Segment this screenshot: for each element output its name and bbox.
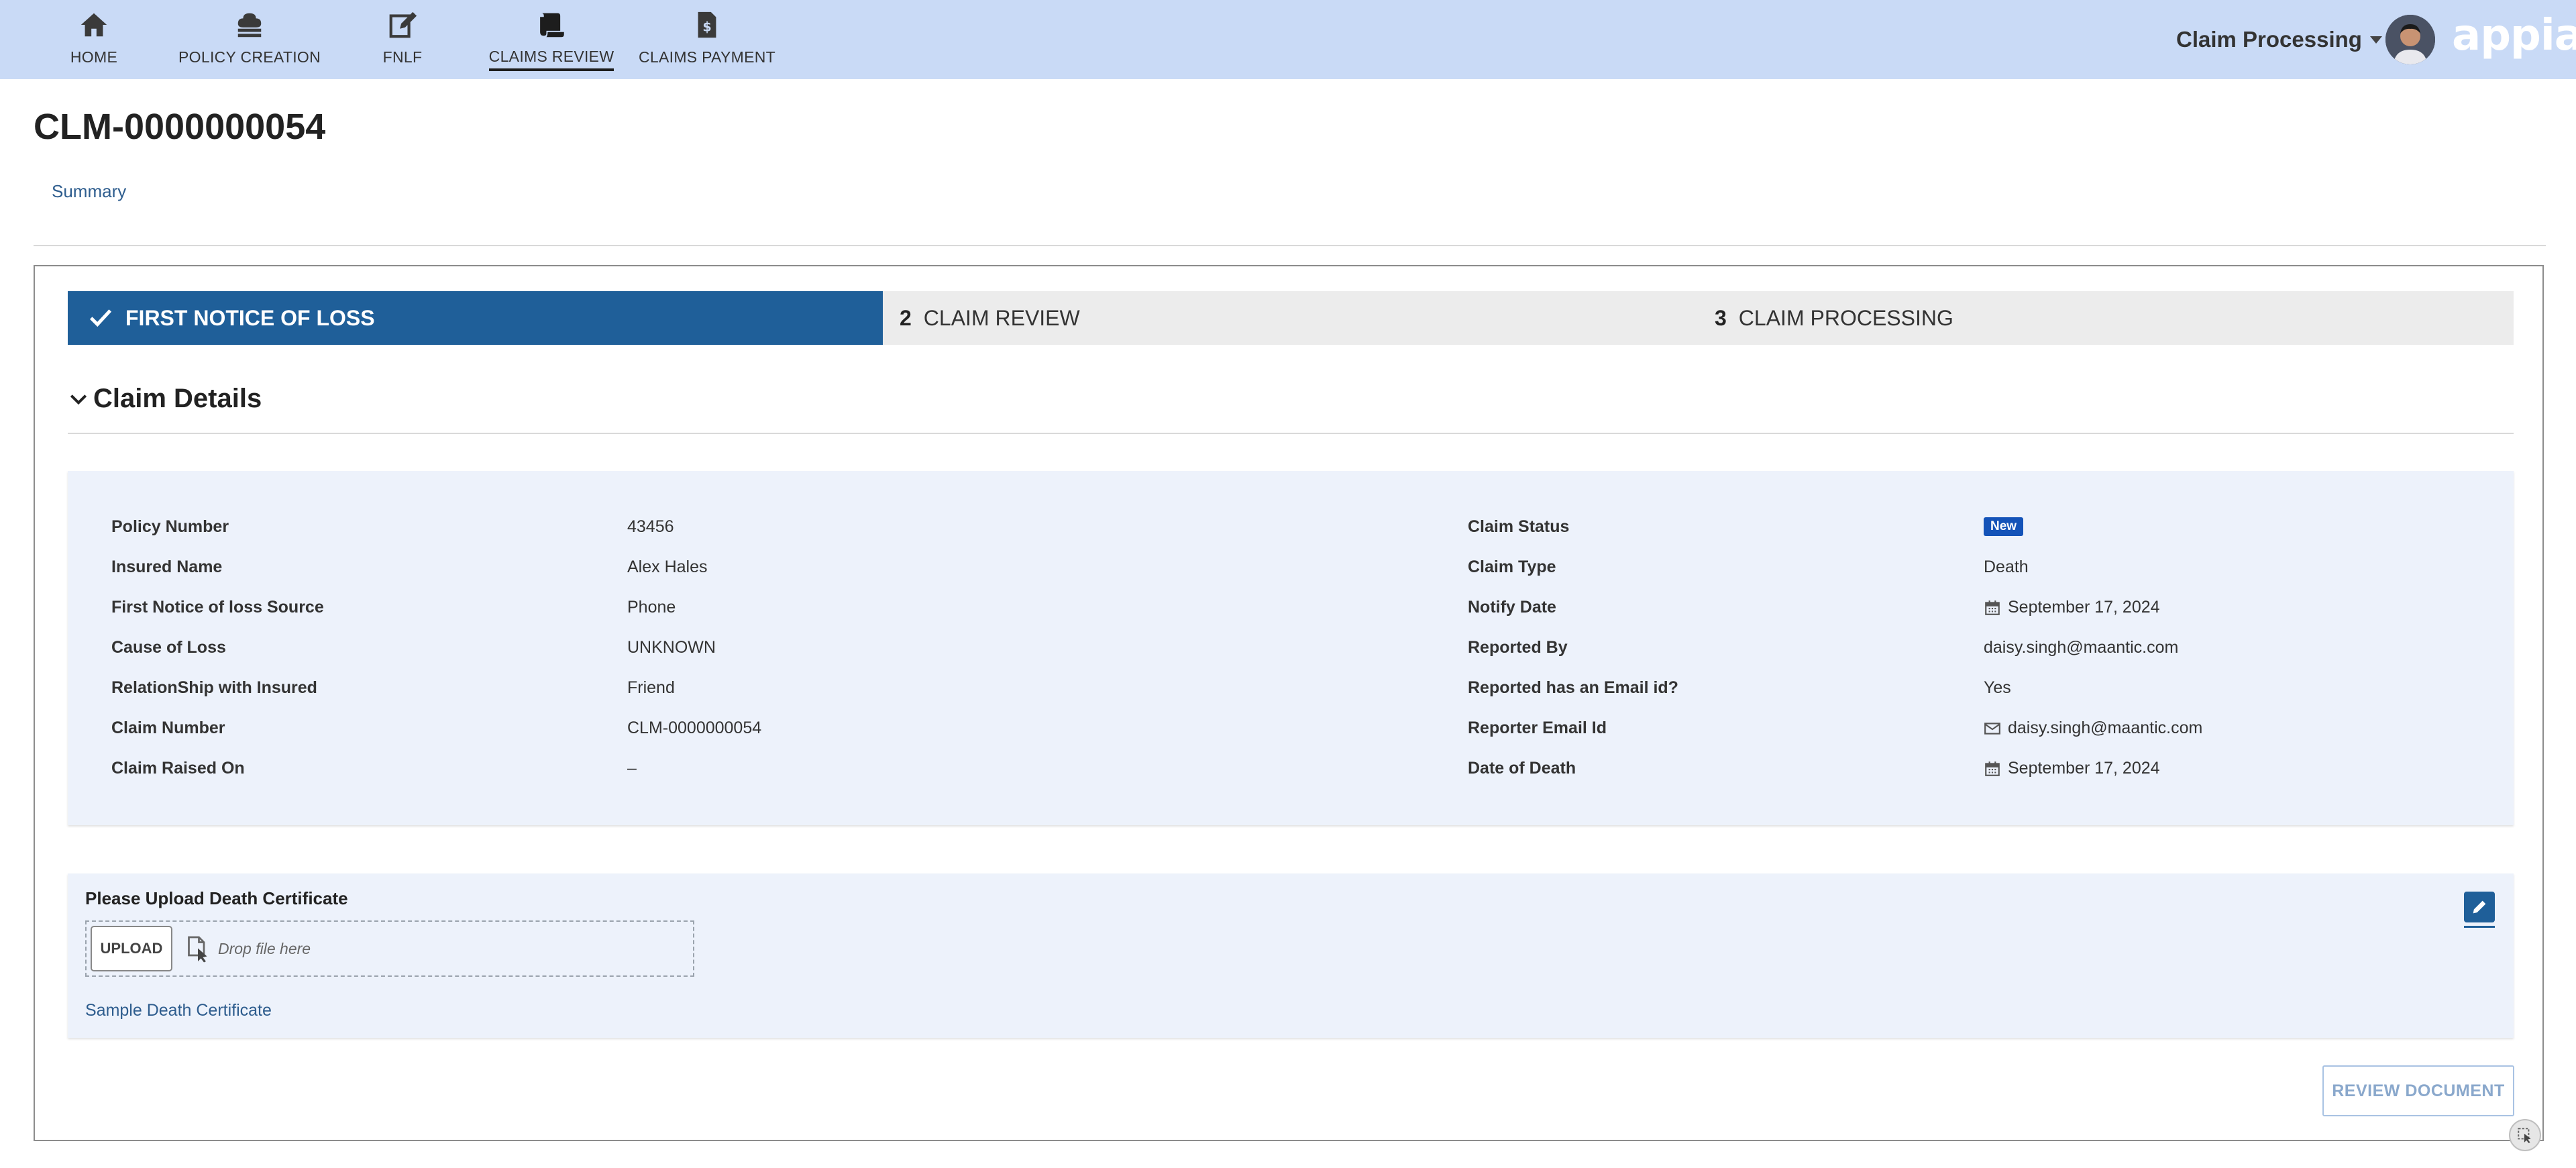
- label-reported-by: Reported By: [1468, 638, 1568, 657]
- cursor-select-icon: [2518, 1128, 2531, 1143]
- step-label: CLAIM REVIEW: [923, 305, 1080, 330]
- step-claim-processing: 3 CLAIM PROCESSING: [1698, 291, 2514, 345]
- date-of-death-text: September 17, 2024: [2008, 759, 2160, 778]
- payment-doc-icon: $: [698, 11, 716, 38]
- section-title: Claim Details: [93, 384, 262, 413]
- value-insured-name: Alex Hales: [627, 558, 708, 576]
- value-claim-number: CLM-0000000054: [627, 719, 762, 737]
- notify-date-text: September 17, 2024: [2008, 598, 2160, 617]
- status-badge: New: [1984, 517, 2024, 536]
- label-fnol-source: First Notice of loss Source: [111, 598, 324, 617]
- label-policy-number: Policy Number: [111, 517, 229, 536]
- calendar-icon: [1985, 761, 2000, 776]
- value-policy-number: 43456: [627, 517, 674, 536]
- label-has-email: Reported has an Email id?: [1468, 678, 1678, 697]
- nav-label-claims-payment: CLAIMS PAYMENT: [639, 48, 775, 66]
- step-first-notice-of-loss: FIRST NOTICE OF LOSS: [68, 291, 883, 345]
- upload-button[interactable]: UPLOAD: [91, 926, 172, 971]
- step-label: FIRST NOTICE OF LOSS: [125, 305, 375, 330]
- label-cause-of-loss: Cause of Loss: [111, 638, 226, 657]
- policy-icon: [237, 13, 262, 38]
- nav-label-home: HOME: [70, 48, 118, 66]
- label-claim-type: Claim Type: [1468, 558, 1556, 576]
- value-claim-status: New: [1984, 517, 2024, 536]
- app-switcher-label: Claim Processing: [2176, 27, 2362, 52]
- file-drop-icon: [188, 936, 207, 963]
- value-date-of-death: September 17, 2024: [1984, 759, 2160, 778]
- step-claim-review: 2 CLAIM REVIEW: [883, 291, 1698, 345]
- progress-stepper: FIRST NOTICE OF LOSS 2 CLAIM REVIEW 3 CL…: [68, 291, 2514, 345]
- file-drop-zone[interactable]: UPLOAD Drop file here: [85, 920, 694, 977]
- claim-details-toggle[interactable]: Claim Details: [68, 384, 262, 414]
- label-claim-number: Claim Number: [111, 719, 225, 737]
- label-claim-status: Claim Status: [1468, 517, 1570, 536]
- claim-card: FIRST NOTICE OF LOSS 2 CLAIM REVIEW 3 CL…: [34, 265, 2544, 1141]
- label-reporter-email: Reporter Email Id: [1468, 719, 1607, 737]
- nav-label-fnlf: FNLF: [382, 48, 423, 66]
- label-date-of-death: Date of Death: [1468, 759, 1576, 778]
- summary-link[interactable]: Summary: [52, 181, 126, 202]
- section-divider: [68, 433, 2514, 434]
- pencil-icon: [2473, 900, 2486, 914]
- value-relationship: Friend: [627, 678, 675, 697]
- nav-home[interactable]: HOME: [67, 7, 121, 71]
- upload-panel: Please Upload Death Certificate UPLOAD D…: [68, 873, 2514, 1038]
- step-number: 2: [900, 305, 912, 330]
- upload-label: Please Upload Death Certificate: [85, 888, 348, 908]
- avatar[interactable]: [2385, 15, 2435, 64]
- claim-details-panel: Policy Number 43456 Insured Name Alex Ha…: [68, 471, 2514, 825]
- value-notify-date: September 17, 2024: [1984, 598, 2160, 617]
- nav-claims-payment[interactable]: $ CLAIMS PAYMENT: [639, 7, 775, 71]
- checkmark-icon: [89, 309, 112, 327]
- edit-button-underline: [2464, 926, 2495, 928]
- edit-form-icon: [389, 11, 417, 38]
- svg-text:$: $: [702, 19, 711, 35]
- caret-down-icon: [2369, 36, 2382, 44]
- value-reported-by: daisy.singh@maantic.com: [1984, 638, 2179, 657]
- feedback-button[interactable]: [2509, 1119, 2541, 1151]
- user-avatar-icon: [2385, 15, 2435, 64]
- value-fnol-source: Phone: [627, 598, 676, 617]
- value-claim-type: Death: [1984, 558, 2029, 576]
- value-claim-raised-on: –: [627, 759, 637, 778]
- chevron-down-icon: [70, 394, 87, 405]
- value-has-email: Yes: [1984, 678, 2011, 697]
- appian-logo: appian: [2452, 11, 2576, 60]
- page-title: CLM-0000000054: [34, 107, 326, 147]
- edit-button[interactable]: [2464, 892, 2495, 922]
- home-icon: [80, 13, 107, 37]
- scroll-icon: [540, 13, 564, 38]
- label-claim-raised-on: Claim Raised On: [111, 759, 245, 778]
- label-notify-date: Notify Date: [1468, 598, 1556, 617]
- nav-label-claims-review: CLAIMS REVIEW: [488, 48, 614, 71]
- calendar-icon: [1985, 600, 2000, 615]
- header-divider: [34, 245, 2546, 246]
- label-insured-name: Insured Name: [111, 558, 223, 576]
- value-cause-of-loss: UNKNOWN: [627, 638, 716, 657]
- step-label: CLAIM PROCESSING: [1738, 305, 1953, 330]
- drop-hint: Drop file here: [218, 940, 311, 957]
- top-navigation-bar: HOME POLICY CREATION FNLF CLAIMS REVIEW …: [0, 0, 2576, 79]
- review-document-button[interactable]: REVIEW DOCUMENT: [2322, 1065, 2514, 1116]
- reporter-email-text: daisy.singh@maantic.com: [2008, 719, 2203, 737]
- step-number: 3: [1715, 305, 1727, 330]
- nav-label-policy-creation: POLICY CREATION: [178, 48, 321, 66]
- app-switcher[interactable]: Claim Processing: [2176, 27, 2382, 52]
- nav-policy-creation[interactable]: POLICY CREATION: [178, 7, 321, 71]
- label-relationship: RelationShip with Insured: [111, 678, 317, 697]
- envelope-icon: [1984, 722, 2000, 735]
- nav-claims-review[interactable]: CLAIMS REVIEW: [488, 7, 614, 71]
- sample-certificate-link[interactable]: Sample Death Certificate: [85, 1001, 272, 1020]
- value-reporter-email[interactable]: daisy.singh@maantic.com: [1984, 719, 2202, 738]
- nav-fnlf[interactable]: FNLF: [378, 7, 427, 71]
